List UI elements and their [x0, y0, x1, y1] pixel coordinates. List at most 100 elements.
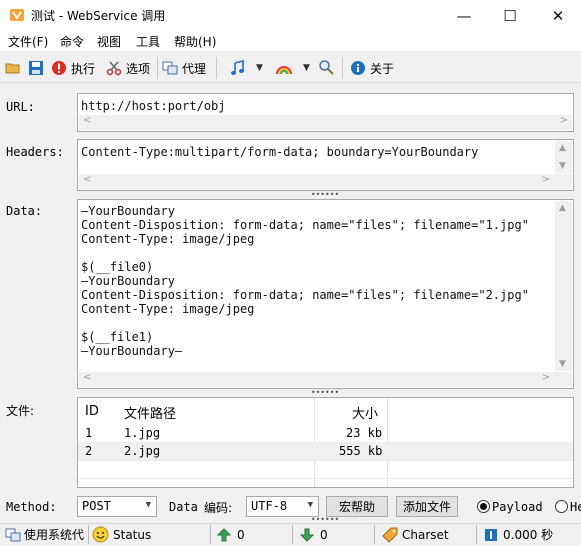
splitter-handle[interactable]: ••••••: [310, 516, 340, 524]
upload-value: 0: [237, 527, 245, 542]
proxy-label: 代理: [182, 61, 207, 76]
files-table[interactable]: ID 文件路径 大小 1 1.jpg 23 kb 2 2.jpg 555 kb: [77, 397, 574, 488]
splitter-handle[interactable]: ••••••: [310, 389, 340, 397]
download-arrow-icon: [300, 528, 314, 542]
close-icon: ✕: [551, 6, 565, 25]
scroll-right-icon[interactable]: >: [542, 174, 550, 185]
headers-input[interactable]: Content-Type:multipart/form-data; bounda…: [77, 139, 574, 191]
files-label: 文件:: [6, 404, 35, 418]
maximize-icon: ☐: [503, 6, 517, 25]
table-row[interactable]: 2 2.jpg 555 kb: [78, 442, 573, 460]
encoding-select[interactable]: UTF-8 ▼: [246, 496, 319, 517]
charset-text: Charset: [402, 527, 449, 542]
status-separator: [88, 525, 89, 544]
menu-view[interactable]: 视图: [97, 33, 121, 50]
run-label: 执行: [71, 61, 96, 76]
scroll-up-icon[interactable]: ▲: [559, 203, 566, 213]
stop-red-icon: [52, 61, 66, 75]
scroll-down-icon[interactable]: ▼: [559, 161, 566, 171]
window-title: 测试 - WebService 调用: [31, 9, 166, 23]
save-icon[interactable]: [28, 60, 44, 76]
column-path[interactable]: 文件路径: [124, 403, 176, 422]
status-separator: [476, 525, 477, 544]
chevron-down-icon[interactable]: ▼: [256, 63, 263, 73]
info-icon: [351, 61, 365, 75]
status-download: 0: [300, 525, 328, 544]
menu-file[interactable]: 文件(F): [8, 33, 48, 50]
status-separator: [210, 525, 211, 544]
method-select[interactable]: POST ▼: [77, 496, 157, 517]
scroll-left-icon[interactable]: <: [83, 174, 91, 185]
proxy-button[interactable]: 代理: [162, 58, 206, 78]
run-button[interactable]: 执行: [51, 58, 95, 78]
other-radio[interactable]: [555, 500, 568, 513]
time-value: 0.000 秒: [503, 528, 554, 542]
scissors-icon: [106, 61, 122, 76]
scroll-down-icon[interactable]: ▼: [559, 359, 566, 369]
chevron-down-icon: ▼: [307, 500, 313, 510]
headers-hscrollbar[interactable]: < >: [79, 174, 572, 189]
chevron-down-icon: ▼: [145, 500, 151, 510]
headers-label: Headers:: [6, 145, 64, 159]
options-button[interactable]: 选项: [106, 58, 150, 78]
headers-vscrollbar[interactable]: ▲ ▼: [555, 141, 572, 173]
menu-help[interactable]: 帮助(H): [174, 33, 216, 50]
open-folder-icon[interactable]: [5, 60, 21, 76]
scroll-left-icon[interactable]: <: [83, 372, 91, 383]
url-input[interactable]: http://host:port/obj < >: [77, 93, 574, 132]
table-row[interactable]: 1 1.jpg 23 kb: [78, 424, 573, 442]
column-id[interactable]: ID: [85, 404, 99, 419]
rainbow-icon[interactable]: [275, 60, 293, 76]
payload-label: Payload: [492, 500, 543, 514]
headers-value: Content-Type:multipart/form-data; bounda…: [81, 145, 479, 159]
options-label: 选项: [126, 61, 151, 76]
scroll-left-icon[interactable]: <: [83, 115, 91, 126]
app-icon: [10, 9, 24, 21]
row-size: 23 kb: [346, 426, 383, 440]
method-value: POST: [82, 499, 111, 513]
menu-bar: [0, 31, 581, 51]
search-icon[interactable]: [318, 59, 334, 75]
close-button[interactable]: ✕: [535, 0, 581, 31]
scroll-up-icon[interactable]: ▲: [559, 143, 566, 153]
data-input[interactable]: —YourBoundary Content-Disposition: form-…: [77, 199, 574, 389]
status-proxy: 使用系统代: [5, 525, 90, 544]
encoding-value: UTF-8: [251, 499, 288, 513]
url-label: URL:: [6, 100, 35, 114]
minimize-icon: —: [456, 6, 472, 25]
minimize-button[interactable]: —: [441, 0, 487, 31]
row-path: 1.jpg: [124, 426, 161, 440]
proxy-icon: [162, 61, 178, 75]
macro-help-button[interactable]: 宏帮助: [326, 496, 388, 517]
url-hscrollbar[interactable]: < >: [79, 115, 572, 130]
menu-command[interactable]: 命令: [60, 33, 84, 50]
menu-tools[interactable]: 工具: [136, 33, 160, 50]
add-file-button[interactable]: 添加文件: [396, 496, 458, 517]
data-hscrollbar[interactable]: < >: [79, 372, 572, 387]
payload-radio[interactable]: [477, 500, 490, 513]
status-separator: [374, 525, 375, 544]
status-upload: 0: [217, 525, 245, 544]
upload-arrow-icon: [217, 527, 231, 541]
about-button[interactable]: 关于: [350, 58, 394, 78]
status-separator: [292, 525, 293, 544]
url-value: http://host:port/obj: [81, 99, 226, 113]
smiley-icon: [92, 526, 109, 543]
splitter-handle[interactable]: ••••••: [310, 191, 340, 199]
row-divider: [78, 460, 573, 461]
method-label: Method:: [6, 500, 57, 514]
row-divider: [78, 478, 573, 479]
scroll-right-icon[interactable]: >: [542, 372, 550, 383]
status-charset: Charset: [382, 525, 449, 544]
status-text: Status: [113, 527, 152, 542]
maximize-button[interactable]: ☐: [487, 0, 533, 31]
music-note-icon[interactable]: [230, 60, 246, 76]
toolbar-separator: [157, 57, 158, 79]
data-vscrollbar[interactable]: ▲ ▼: [555, 201, 572, 371]
chevron-down-icon[interactable]: ▼: [303, 63, 310, 73]
scroll-right-icon[interactable]: >: [560, 115, 568, 126]
download-value: 0: [320, 527, 328, 542]
status-time: 0.000 秒: [484, 525, 553, 544]
encoding-label: 编码:: [204, 501, 233, 515]
column-size[interactable]: 大小: [352, 403, 378, 422]
